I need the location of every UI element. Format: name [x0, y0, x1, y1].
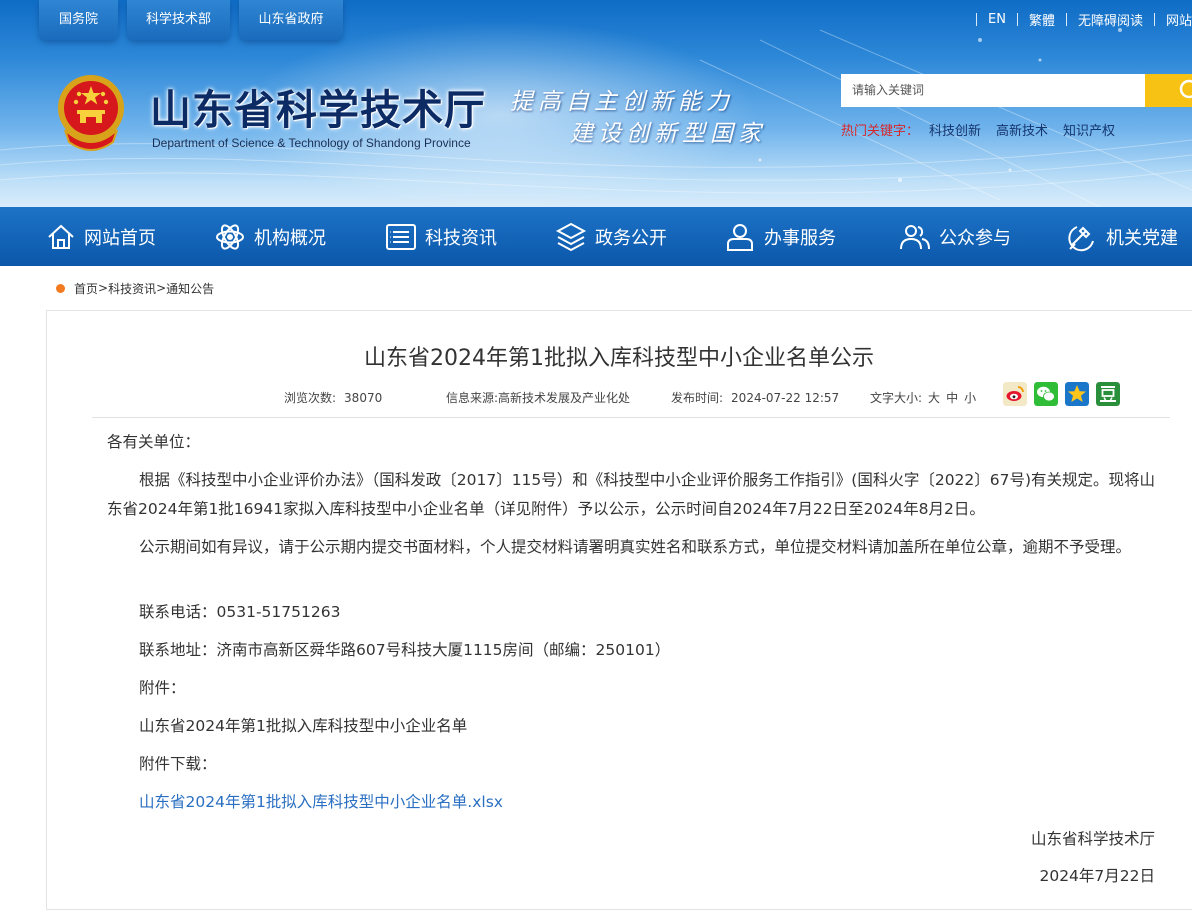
- douban-icon[interactable]: [1096, 382, 1120, 406]
- breadcrumb: 首页 > 科技资讯 > 通知公告: [56, 280, 214, 296]
- toplink-shandong-gov[interactable]: 山东省政府: [239, 0, 343, 40]
- signature-org: 山东省科学技术厅: [1030, 830, 1155, 848]
- breadcrumb-separator: >: [98, 281, 109, 295]
- weibo-icon[interactable]: [1003, 382, 1027, 406]
- breadcrumb-home[interactable]: 首页: [74, 280, 98, 297]
- meta-source: 信息来源:高新技术发展及产业化处: [446, 389, 630, 407]
- breadcrumb-separator: >: [156, 281, 167, 295]
- home-icon: [48, 224, 74, 249]
- divider: [1153, 12, 1155, 26]
- nav-about[interactable]: 机构概况: [214, 207, 326, 266]
- site-link[interactable]: 网站: [1166, 10, 1192, 29]
- nav-news-label: 科技资讯: [425, 227, 497, 249]
- salutation: 各有关单位：: [107, 433, 201, 451]
- slogan-line-1: 提高自主创新能力: [510, 89, 734, 115]
- font-size-large[interactable]: 大: [928, 391, 940, 405]
- header-banner: 国务院 科学技术部 山东省政府 EN 繁體 无障碍阅读 网站 山东省科学技术厅 …: [0, 0, 1192, 207]
- hot-keyword-ip[interactable]: 知识产权: [1063, 120, 1115, 139]
- title-divider: [92, 417, 1170, 418]
- utility-bar: EN 繁體 无障碍阅读 网站: [965, 9, 1192, 29]
- slogan-line-2: 建设创新型国家: [570, 121, 766, 147]
- nav-public-participation-label: 公众参与: [939, 227, 1011, 249]
- divider: [976, 12, 977, 26]
- nav-public-participation[interactable]: 公众参与: [899, 207, 1011, 266]
- national-emblem-icon: [58, 75, 124, 151]
- hot-keyword-tech-innovation[interactable]: 科技创新: [929, 120, 981, 139]
- hot-keywords: 热门关键字： 科技创新 高新技术 知识产权: [841, 120, 1130, 139]
- paragraph-2: 公示期间如有异议，请于公示期内提交书面材料，个人提交材料请署明真实姓名和联系方式…: [139, 538, 1132, 556]
- english-link[interactable]: EN: [988, 12, 1006, 27]
- search-button[interactable]: [1145, 74, 1192, 107]
- nav-party-building-label: 机关党建: [1106, 227, 1178, 249]
- breadcrumb-dot-icon: [56, 283, 65, 293]
- date-label: 发布时间:: [671, 391, 724, 405]
- hot-keywords-label: 热门关键字：: [841, 124, 920, 139]
- article-title: 山东省2024年第1批拟入库科技型中小企业名单公示: [364, 346, 874, 371]
- divider: [1016, 12, 1018, 26]
- wechat-icon[interactable]: [1034, 382, 1058, 406]
- font-size-label: 文字大小:: [870, 391, 923, 405]
- date-value: 2024-07-22 12:57: [731, 391, 840, 405]
- nav-services-label: 办事服务: [764, 227, 836, 249]
- main-nav: 网站首页 机构概况 科技资讯 政务公开 办事服务 公众参与 机关党建: [0, 207, 1192, 266]
- nav-government-affairs[interactable]: 政务公开: [555, 207, 667, 266]
- toplink-most[interactable]: 科学技术部: [127, 0, 230, 40]
- layers-icon: [555, 222, 587, 251]
- views-count: 38070: [344, 391, 383, 405]
- news-list-icon: [386, 223, 416, 250]
- breadcrumb-notices[interactable]: 通知公告: [166, 280, 214, 297]
- traditional-chinese-link[interactable]: 繁體: [1029, 10, 1055, 29]
- download-label: 附件下载：: [139, 755, 217, 773]
- contact-address: 联系地址：济南市高新区舜华路607号科技大厦1115房间（邮编：250101）: [139, 641, 671, 659]
- nav-home[interactable]: 网站首页: [46, 207, 156, 266]
- attachment-name: 山东省2024年第1批拟入库科技型中小企业名单: [139, 717, 468, 735]
- nav-news[interactable]: 科技资讯: [385, 207, 497, 266]
- attachment-label: 附件：: [139, 679, 186, 697]
- user-service-icon: [727, 223, 753, 251]
- toplink-state-council[interactable]: 国务院: [39, 0, 118, 40]
- nav-party-building[interactable]: 机关党建: [1066, 207, 1178, 266]
- meta-date: 发布时间: 2024-07-22 12:57: [671, 389, 839, 407]
- source-value: 高新技术发展及产业化处: [498, 391, 631, 405]
- party-emblem-icon: [1068, 225, 1094, 251]
- nav-home-label: 网站首页: [84, 227, 156, 249]
- nav-about-label: 机构概况: [254, 227, 326, 249]
- site-subtitle: Department of Science & Technology of Sh…: [152, 136, 471, 150]
- nav-services[interactable]: 办事服务: [724, 207, 836, 266]
- search-input[interactable]: 请输入关键词: [841, 74, 1145, 107]
- accessibility-link[interactable]: 无障碍阅读: [1078, 10, 1143, 29]
- breadcrumb-news[interactable]: 科技资讯: [108, 280, 156, 297]
- views-label: 浏览次数:: [284, 391, 337, 405]
- contact-phone: 联系电话：0531-51751263: [139, 603, 341, 621]
- download-file-link[interactable]: 山东省2024年第1批拟入库科技型中小企业名单.xlsx: [139, 793, 503, 811]
- font-size-small[interactable]: 小: [964, 391, 976, 405]
- people-icon: [900, 224, 930, 249]
- search-icon: [1179, 79, 1192, 99]
- font-size-medium[interactable]: 中: [946, 391, 958, 405]
- source-label: 信息来源:: [446, 391, 499, 405]
- site-title: 山东省科学技术厅: [150, 86, 486, 134]
- nav-government-affairs-label: 政务公开: [595, 227, 667, 249]
- paragraph-1: 根据《科技型中小企业评价办法》（国科发政〔2017〕115号）和《科技型中小企业…: [107, 471, 1156, 518]
- meta-views: 浏览次数: 38070: [284, 389, 382, 407]
- qzone-icon[interactable]: [1065, 382, 1089, 406]
- download-row: 山东省2024年第1批拟入库科技型中小企业名单.xlsx: [107, 788, 1157, 817]
- signature-date: 2024年7月22日: [1039, 867, 1155, 885]
- divider: [1065, 12, 1067, 26]
- meta-font-size: 文字大小: 大中小: [870, 389, 976, 407]
- atom-icon: [216, 223, 244, 250]
- hot-keyword-high-tech[interactable]: 高新技术: [996, 120, 1048, 139]
